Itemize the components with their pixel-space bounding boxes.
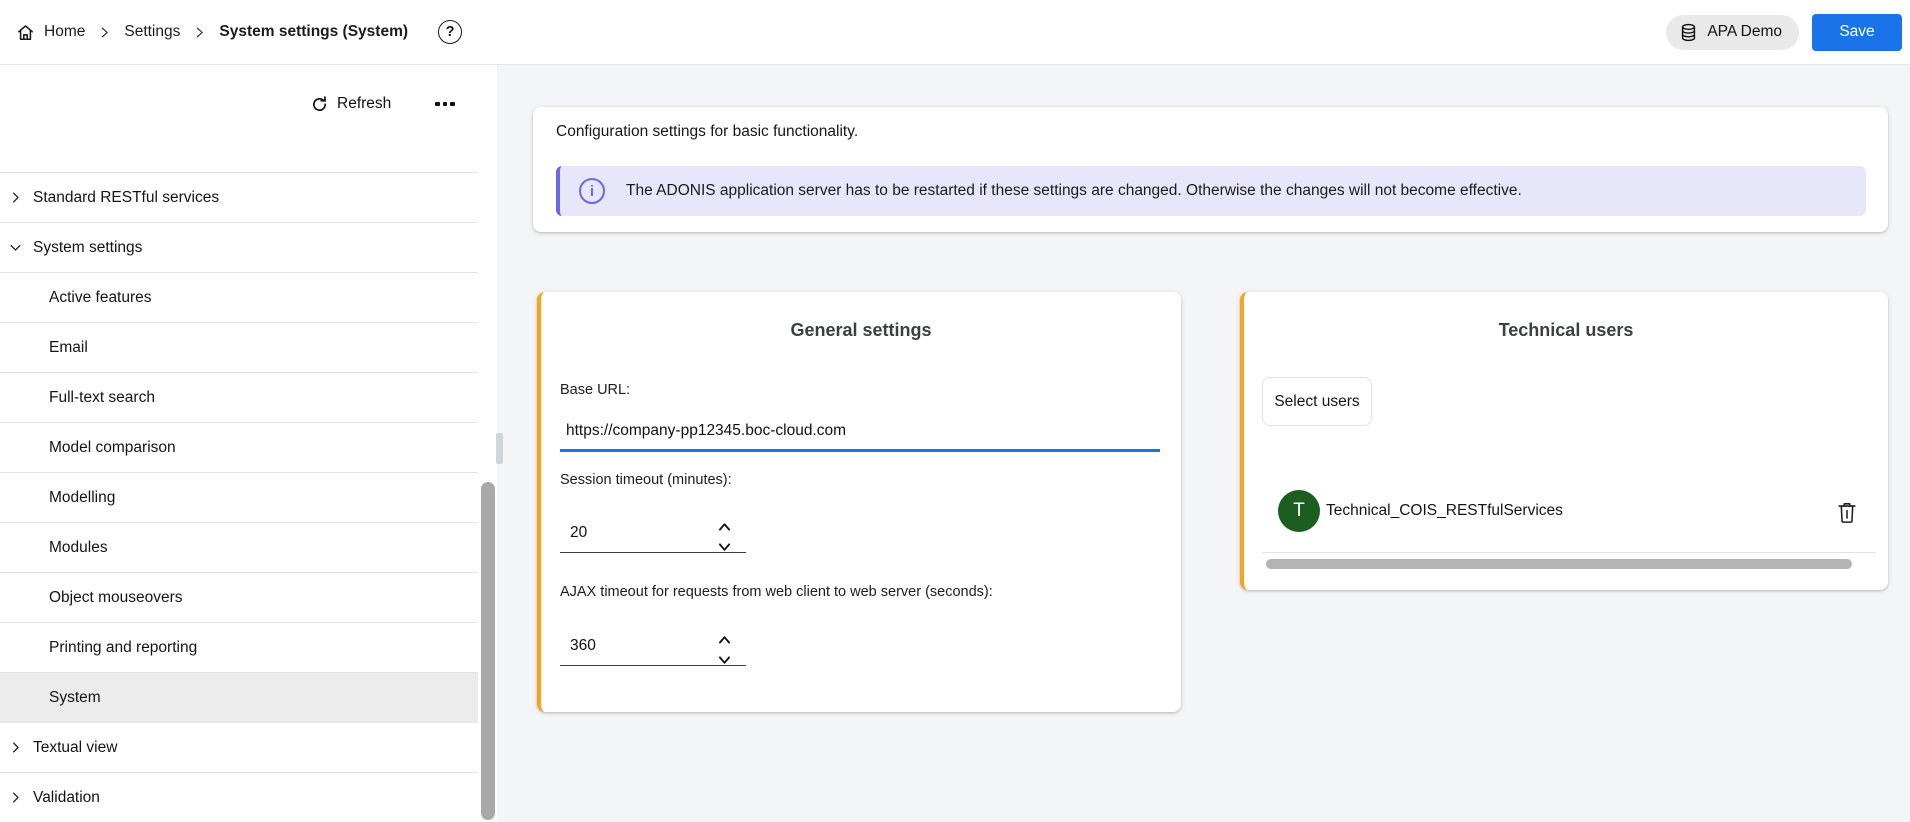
chevron-down-icon [8, 240, 23, 255]
breadcrumb-home[interactable]: Home [44, 23, 85, 41]
settings-sidebar: Refresh Standard RESTful services System … [0, 65, 497, 822]
help-icon[interactable]: ? [438, 20, 462, 44]
sidebar-scrollbar-thumb[interactable] [481, 482, 495, 820]
tree-item-printing-and-reporting[interactable]: Printing and reporting [0, 622, 478, 672]
ajax-timeout-label: AJAX timeout for requests from web clien… [560, 584, 993, 600]
page-description: Configuration settings for basic functio… [556, 123, 858, 141]
tree-item-active-features[interactable]: Active features [0, 272, 478, 322]
base-url-label: Base URL: [560, 382, 630, 398]
select-users-button[interactable]: Select users [1262, 377, 1372, 426]
tree-item-label: Modules [49, 539, 108, 557]
settings-tree: Standard RESTful services System settings… [0, 172, 478, 822]
restart-notice-banner: i The ADONIS application server has to b… [556, 166, 1866, 216]
divider [1262, 552, 1876, 553]
stepper-up-icon[interactable] [716, 519, 733, 534]
tree-item-label: Standard RESTful services [33, 189, 219, 207]
trash-icon [1836, 500, 1858, 525]
top-bar-actions: APA Demo Save [1666, 14, 1910, 51]
refresh-button[interactable]: Refresh [311, 95, 391, 113]
tree-item-label: Active features [49, 289, 152, 307]
restart-notice-text: The ADONIS application server has to be … [626, 182, 1522, 200]
tree-item-object-mouseovers[interactable]: Object mouseovers [0, 572, 478, 622]
info-icon: i [579, 178, 605, 204]
settings-content: Configuration settings for basic functio… [497, 65, 1910, 822]
tree-item-modelling[interactable]: Modelling [0, 472, 478, 522]
stepper-down-icon[interactable] [716, 540, 733, 555]
chevron-right-icon [98, 26, 111, 39]
refresh-button-label: Refresh [337, 95, 391, 113]
horizontal-scrollbar-thumb[interactable] [1266, 559, 1852, 569]
user-name: Technical_COIS_RESTfulServices [1326, 502, 1563, 520]
tree-item-system-settings[interactable]: System settings [0, 222, 478, 272]
breadcrumb-settings[interactable]: Settings [124, 23, 180, 41]
tree-item-label: Model comparison [49, 439, 176, 457]
tree-item-label: Object mouseovers [49, 589, 183, 607]
tree-item-email[interactable]: Email [0, 322, 478, 372]
base-url-input[interactable] [560, 414, 1160, 452]
breadcrumb-current-page: System settings (System) [219, 23, 408, 41]
database-icon [1679, 23, 1698, 42]
tree-item-modules[interactable]: Modules [0, 522, 478, 572]
tree-item-validation[interactable]: Validation [0, 772, 478, 822]
tree-item-label: Textual view [33, 739, 117, 757]
more-options-icon[interactable] [428, 89, 462, 119]
delete-user-button[interactable] [1834, 498, 1860, 527]
home-icon [16, 23, 35, 42]
tree-item-label: Email [49, 339, 88, 357]
stepper-down-icon[interactable] [716, 653, 733, 668]
tree-item-label: Validation [33, 789, 100, 807]
general-settings-title: General settings [541, 292, 1181, 341]
session-timeout-label: Session timeout (minutes): [560, 472, 732, 488]
chevron-right-icon [8, 740, 23, 755]
tree-item-label: Modelling [49, 489, 115, 507]
general-settings-card: General settings Base URL: Session timeo… [537, 292, 1181, 712]
repository-button[interactable]: APA Demo [1666, 15, 1799, 50]
stepper-up-icon[interactable] [716, 632, 733, 647]
description-card: Configuration settings for basic functio… [533, 107, 1888, 232]
session-timeout-stepper [713, 519, 735, 555]
tree-item-label: System [49, 689, 101, 707]
tree-item-label: System settings [33, 239, 142, 257]
tree-item-label: Full-text search [49, 389, 155, 407]
save-button[interactable]: Save [1812, 14, 1902, 51]
technical-user-row: T Technical_COIS_RESTfulServices [1244, 490, 1888, 542]
tree-item-textual-view[interactable]: Textual view [0, 722, 478, 772]
ajax-timeout-stepper [713, 632, 735, 668]
tree-item-standard-restful-services[interactable]: Standard RESTful services [0, 172, 478, 222]
refresh-icon [311, 96, 328, 113]
technical-users-card: Technical users Select users T Technical_… [1240, 292, 1888, 590]
repository-button-label: APA Demo [1707, 23, 1782, 41]
breadcrumb: Home Settings System settings (System) [0, 23, 408, 42]
chevron-right-icon [193, 26, 206, 39]
tree-scrollbar-thumb[interactable] [496, 433, 503, 464]
tree-item-model-comparison[interactable]: Model comparison [0, 422, 478, 472]
tree-item-system[interactable]: System [0, 672, 478, 722]
tree-item-full-text-search[interactable]: Full-text search [0, 372, 478, 422]
user-avatar: T [1278, 490, 1320, 532]
top-bar: Home Settings System settings (System) ?… [0, 0, 1910, 65]
chevron-right-icon [8, 790, 23, 805]
tree-item-label: Printing and reporting [49, 639, 197, 657]
technical-users-title: Technical users [1244, 292, 1888, 341]
chevron-right-icon [8, 190, 23, 205]
